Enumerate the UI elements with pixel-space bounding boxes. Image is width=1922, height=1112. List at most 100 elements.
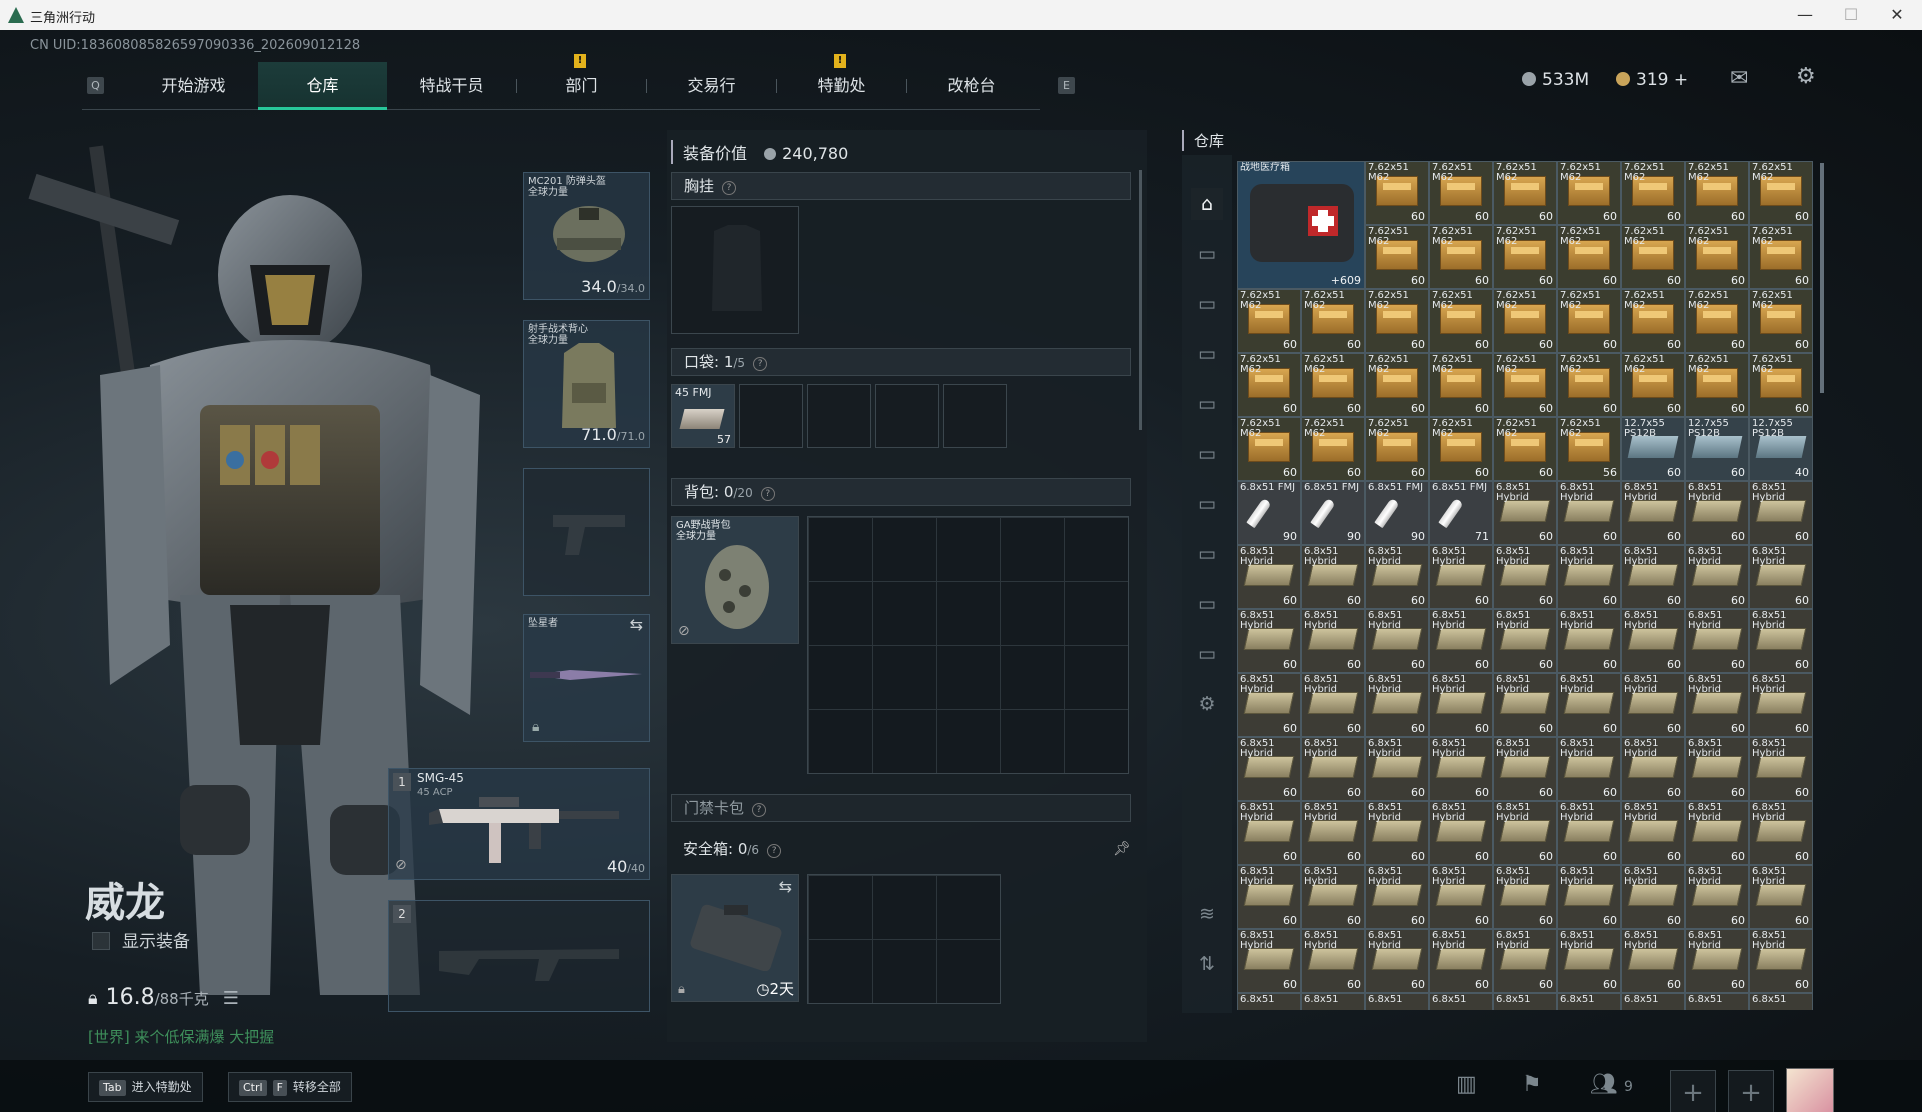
warehouse-item[interactable]: 6.8x51 Hybrid 60	[1493, 865, 1557, 929]
warehouse-item[interactable]: 6.8x51 Hybrid 60	[1493, 673, 1557, 737]
nav-next-key[interactable]: E	[1058, 77, 1075, 94]
tab-gunsmith[interactable]: 改枪台	[907, 62, 1036, 110]
safebox-grid[interactable]	[807, 874, 1001, 1004]
layers-icon[interactable]: ≋	[1191, 898, 1223, 930]
warehouse-item[interactable]: 6.8x51 Hybrid 60	[1365, 865, 1429, 929]
warehouse-item[interactable]: 6.8x51	[1365, 993, 1429, 1010]
warehouse-item[interactable]: 6.8x51 Hybrid 60	[1429, 545, 1493, 609]
warehouse-item[interactable]: 7.62x51 M62 60	[1493, 225, 1557, 289]
warehouse-item[interactable]: 6.8x51 Hybrid 60	[1365, 673, 1429, 737]
warehouse-item[interactable]: 6.8x51 Hybrid 60	[1685, 865, 1749, 929]
warehouse-item[interactable]: 6.8x51 Hybrid 60	[1749, 545, 1813, 609]
warehouse-item[interactable]: 6.8x51 Hybrid 60	[1429, 673, 1493, 737]
warehouse-item[interactable]: 6.8x51 Hybrid 60	[1557, 481, 1621, 545]
warehouse-item[interactable]: 7.62x51 M62 60	[1749, 289, 1813, 353]
warehouse-item[interactable]: 6.8x51 Hybrid 60	[1365, 609, 1429, 673]
help-icon[interactable]: ?	[767, 844, 782, 858]
warehouse-item[interactable]: 6.8x51 Hybrid 60	[1301, 865, 1365, 929]
warehouse-item[interactable]: 6.8x51 FMJ 90	[1301, 481, 1365, 545]
warehouse-item[interactable]: 7.62x51 M62 60	[1621, 161, 1685, 225]
pocket-slot[interactable]	[875, 384, 939, 448]
warehouse-settings-icon[interactable]: ⚙	[1191, 688, 1223, 720]
swap-icon[interactable]: ⇆	[779, 877, 792, 896]
warehouse-item[interactable]: 6.8x51 Hybrid 60	[1301, 545, 1365, 609]
warehouse-item[interactable]: 7.62x51 M62 60	[1365, 289, 1429, 353]
warehouse-item[interactable]: 6.8x51 FMJ 90	[1365, 481, 1429, 545]
friends-icon[interactable]: 👥︎ 9	[1590, 1072, 1633, 1097]
warehouse-tab-1-icon[interactable]: ▭	[1191, 238, 1223, 270]
warehouse-item[interactable]: 6.8x51 Hybrid 60	[1621, 929, 1685, 993]
flag-icon[interactable]: ⚑	[1522, 1072, 1542, 1097]
warehouse-item[interactable]: 6.8x51 Hybrid 60	[1365, 737, 1429, 801]
warehouse-item[interactable]: 7.62x51 M62 60	[1685, 161, 1749, 225]
backpack-grid[interactable]	[807, 516, 1129, 774]
list-icon[interactable]: ☰	[223, 988, 239, 1009]
warehouse-item[interactable]: 6.8x51 Hybrid 60	[1301, 801, 1365, 865]
warehouse-item[interactable]: 7.62x51 M62 60	[1429, 289, 1493, 353]
warehouse-item[interactable]: 7.62x51 M62 60	[1749, 161, 1813, 225]
warehouse-item[interactable]: 6.8x51 Hybrid 60	[1237, 865, 1301, 929]
tab-department[interactable]: 部门!	[517, 54, 646, 110]
warehouse-item[interactable]: 6.8x51	[1301, 993, 1365, 1010]
warehouse-item[interactable]: 7.62x51 M62 60	[1301, 289, 1365, 353]
equipment-scrollbar[interactable]	[1139, 170, 1142, 430]
warehouse-item[interactable]: 6.8x51 Hybrid 60	[1365, 801, 1429, 865]
warehouse-item[interactable]: 6.8x51 Hybrid 60	[1749, 673, 1813, 737]
help-icon[interactable]: ?	[752, 803, 767, 817]
warehouse-item[interactable]: 6.8x51	[1621, 993, 1685, 1010]
medkit-item[interactable]: 战地医疗箱 +609	[1237, 161, 1365, 289]
chat-preview[interactable]: [世界] 来个低保满爆 大把握	[88, 1026, 274, 1047]
warehouse-item[interactable]: 7.62x51 M62 60	[1749, 353, 1813, 417]
warehouse-item[interactable]: 7.62x51 M62 60	[1493, 353, 1557, 417]
warehouse-item[interactable]: 7.62x51 M62 60	[1621, 353, 1685, 417]
warehouse-item[interactable]: 6.8x51 FMJ 71	[1429, 481, 1493, 545]
checkbox[interactable]	[92, 932, 110, 950]
warehouse-item[interactable]: 6.8x51 Hybrid 60	[1237, 929, 1301, 993]
warehouse-item[interactable]: 6.8x51 Hybrid 60	[1749, 929, 1813, 993]
warehouse-item[interactable]: 7.62x51 M62 60	[1685, 353, 1749, 417]
warehouse-item[interactable]: 6.8x51 Hybrid 60	[1685, 737, 1749, 801]
warehouse-item[interactable]: 6.8x51 Hybrid 60	[1429, 801, 1493, 865]
warehouse-item[interactable]: 7.62x51 M62 60	[1301, 417, 1365, 481]
warehouse-scrollbar[interactable]	[1820, 163, 1824, 393]
warehouse-item[interactable]: 6.8x51 Hybrid 60	[1685, 481, 1749, 545]
warehouse-item[interactable]: 6.8x51 Hybrid 60	[1365, 545, 1429, 609]
warehouse-item[interactable]: 12.7x55 PS12B 60	[1621, 417, 1685, 481]
warehouse-item[interactable]: 6.8x51 Hybrid 60	[1621, 481, 1685, 545]
nav-prev-key[interactable]: Q	[87, 77, 104, 94]
warehouse-item[interactable]: 6.8x51 Hybrid 60	[1621, 609, 1685, 673]
tab-start-game[interactable]: 开始游戏	[129, 62, 258, 110]
warehouse-item[interactable]: 6.8x51 Hybrid 60	[1365, 929, 1429, 993]
warehouse-item[interactable]: 6.8x51	[1237, 993, 1301, 1010]
warehouse-all-icon[interactable]: ⌂	[1191, 188, 1223, 220]
sidearm-slot[interactable]	[523, 468, 650, 596]
warehouse-item[interactable]: 6.8x51 Hybrid 60	[1749, 481, 1813, 545]
warehouse-item[interactable]: 6.8x51 Hybrid 60	[1237, 673, 1301, 737]
warehouse-item[interactable]: 6.8x51 Hybrid 60	[1493, 929, 1557, 993]
warehouse-item[interactable]: 6.8x51 Hybrid 60	[1749, 737, 1813, 801]
warehouse-item[interactable]: 6.8x51 Hybrid 60	[1557, 673, 1621, 737]
warehouse-item[interactable]: 7.62x51 M62 60	[1493, 161, 1557, 225]
warehouse-item[interactable]: 7.62x51 M62 60	[1493, 417, 1557, 481]
transfer-all-button[interactable]: Ctrl F 转移全部	[228, 1072, 352, 1102]
warehouse-item[interactable]: 6.8x51 Hybrid 60	[1557, 865, 1621, 929]
warehouse-item[interactable]: 6.8x51 Hybrid 60	[1237, 545, 1301, 609]
warehouse-tab-9-icon[interactable]: ▭	[1191, 638, 1223, 670]
warehouse-item[interactable]: 6.8x51 Hybrid 60	[1429, 865, 1493, 929]
warehouse-item[interactable]: 6.8x51 Hybrid 60	[1493, 609, 1557, 673]
warehouse-item[interactable]: 6.8x51 Hybrid 60	[1493, 481, 1557, 545]
pocket-slot[interactable]	[807, 384, 871, 448]
warehouse-grid[interactable]: 战地医疗箱 +609 7.62x51 M62 60 7.62x51 M62 60 7.62x…	[1237, 161, 1813, 1010]
warehouse-item[interactable]: 7.62x51 M62 60	[1557, 225, 1621, 289]
warehouse-item[interactable]: 6.8x51 Hybrid 60	[1685, 609, 1749, 673]
warehouse-item[interactable]: 6.8x51 Hybrid 60	[1685, 673, 1749, 737]
sort-icon[interactable]: ⇅	[1191, 948, 1223, 980]
helmet-slot[interactable]: MC201 防弹头盔 全球力量 34.0/34.0	[523, 172, 650, 300]
warehouse-item[interactable]: 7.62x51 M62 60	[1301, 353, 1365, 417]
warehouse-item[interactable]: 6.8x51 Hybrid 60	[1237, 609, 1301, 673]
warehouse-item[interactable]: 6.8x51 Hybrid 60	[1237, 737, 1301, 801]
pocket-item[interactable]: 45 FMJ 57	[671, 384, 735, 448]
enter-special-ops-button[interactable]: Tab 进入特勤处	[88, 1072, 203, 1102]
tab-trade[interactable]: 交易行	[647, 62, 776, 110]
warehouse-item[interactable]: 7.62x51 M62 60	[1685, 289, 1749, 353]
